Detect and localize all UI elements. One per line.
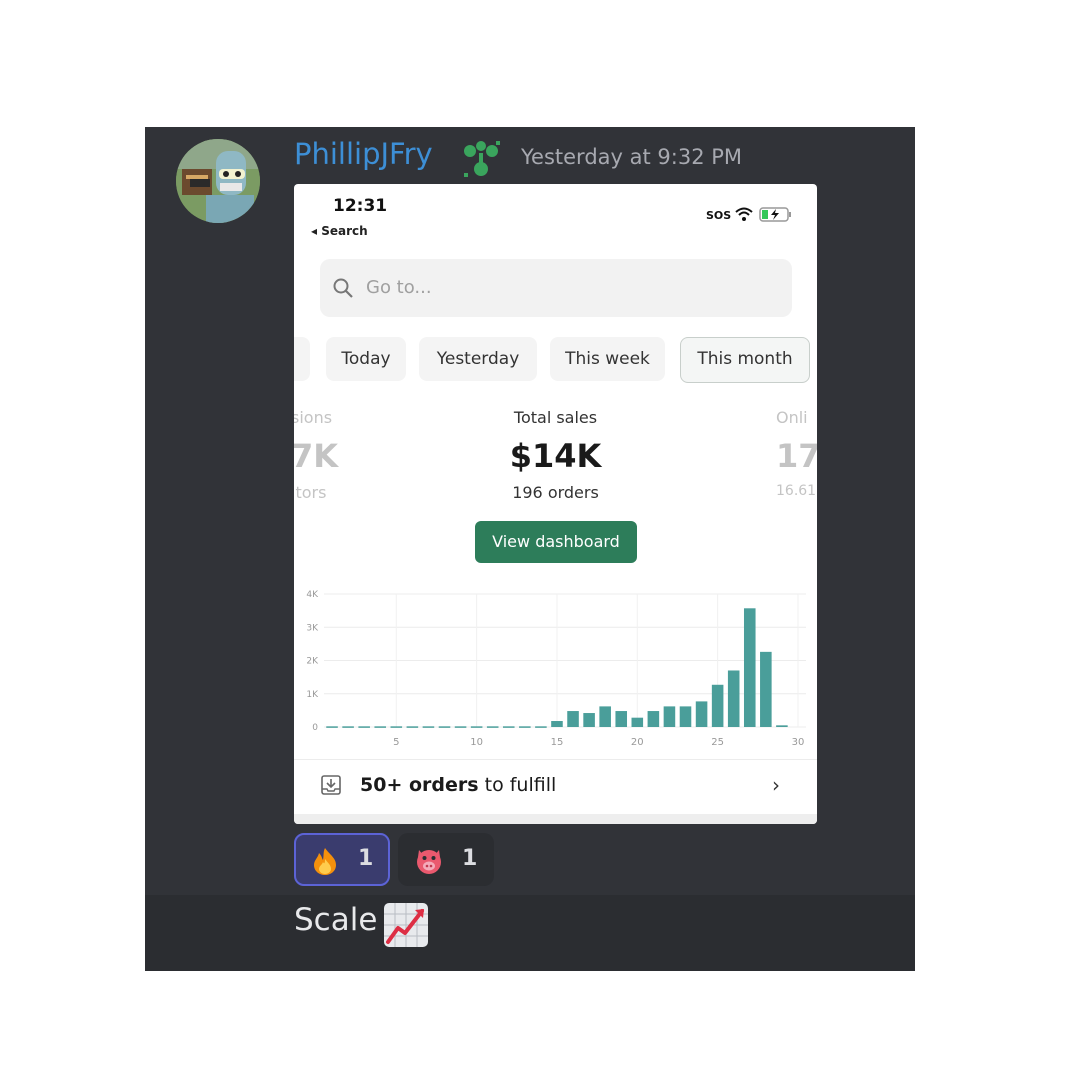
total-sales-value: $14K bbox=[509, 437, 602, 475]
chart-bar bbox=[567, 711, 579, 727]
orders-to-fulfill-link[interactable]: 50+ orders to fulfill bbox=[360, 774, 556, 796]
metric-right-label: Onli bbox=[776, 408, 808, 427]
chart-bar bbox=[406, 726, 419, 728]
username[interactable]: PhillipJFry bbox=[294, 137, 433, 171]
goto-search-input[interactable]: Go to... bbox=[320, 259, 792, 317]
chart-bar bbox=[390, 726, 403, 728]
message-row-highlight bbox=[145, 895, 915, 971]
chart-bar bbox=[743, 608, 756, 727]
chart-bar bbox=[454, 726, 467, 728]
orders-to-fulfill-suffix: to fulfill bbox=[478, 774, 557, 796]
y-tick-label: 4K bbox=[306, 590, 319, 600]
tab-partial[interactable] bbox=[294, 337, 310, 381]
battery-icon bbox=[759, 207, 791, 222]
tab-yesterday[interactable]: Yesterday bbox=[419, 337, 537, 381]
x-tick-label: 5 bbox=[393, 737, 399, 748]
avatar[interactable] bbox=[176, 139, 260, 223]
message-timestamp: Yesterday at 9:32 PM bbox=[521, 145, 743, 169]
chart-bar bbox=[679, 706, 692, 727]
chart-bar bbox=[711, 684, 724, 727]
status-icons: SOS bbox=[706, 207, 791, 222]
attached-screenshot[interactable]: 12:31 ◂ Search SOS Go to... Today Yester… bbox=[294, 184, 817, 824]
chart-bar bbox=[760, 651, 772, 727]
total-sales-label: Total sales bbox=[513, 408, 598, 427]
chart-bar bbox=[551, 721, 563, 727]
y-tick-label: 2K bbox=[306, 657, 319, 667]
search-placeholder: Go to... bbox=[366, 277, 432, 298]
reaction-fire-button[interactable]: 1 bbox=[294, 833, 390, 886]
tab-this-month[interactable]: This month bbox=[680, 337, 810, 383]
chart-bar bbox=[599, 706, 611, 727]
fire-emoji-icon bbox=[314, 848, 336, 875]
orders-count: 196 orders bbox=[512, 483, 599, 502]
chat-panel: PhillipJFry Yesterday at 9:32 PM 12:31 ◂… bbox=[145, 127, 915, 971]
x-tick-label: 20 bbox=[631, 737, 644, 748]
search-icon bbox=[333, 278, 353, 298]
chart-bar bbox=[615, 711, 628, 727]
chart-increasing-emoji-icon bbox=[384, 903, 428, 947]
chevron-right-icon[interactable]: › bbox=[772, 773, 780, 797]
chart-bar bbox=[422, 726, 435, 728]
chart-bar bbox=[470, 726, 483, 728]
metric-right-value: 17. bbox=[776, 437, 817, 475]
view-dashboard-button[interactable]: View dashboard bbox=[475, 521, 637, 563]
x-tick-label: 10 bbox=[470, 737, 483, 748]
pig-face-emoji-icon bbox=[417, 850, 441, 874]
chart-bar bbox=[776, 725, 788, 727]
download-tray-icon bbox=[321, 775, 341, 795]
reaction-pig-count: 1 bbox=[462, 846, 478, 871]
chart-bar bbox=[695, 701, 708, 727]
sales-bar-chart: 0 1K 2K 3K 4K 5 10 15 20 25 30 bbox=[306, 590, 806, 748]
carrier-label: SOS bbox=[706, 209, 731, 222]
chart-bar bbox=[342, 726, 354, 728]
chart-bar bbox=[519, 726, 531, 728]
chart-bar bbox=[727, 670, 740, 727]
date-range-tabs: Today Yesterday This week This month bbox=[294, 337, 817, 383]
chart-bar bbox=[438, 726, 451, 728]
chart-bar bbox=[583, 713, 595, 727]
screenshot-bottom-edge bbox=[294, 814, 817, 824]
divider bbox=[294, 759, 817, 760]
sprout-badge-icon bbox=[464, 141, 500, 177]
chart-bar bbox=[663, 706, 676, 727]
chart-bar bbox=[326, 726, 338, 728]
reaction-fire-count: 1 bbox=[358, 846, 374, 871]
tab-today[interactable]: Today bbox=[326, 337, 406, 381]
chart-bar bbox=[502, 726, 515, 728]
status-time: 12:31 bbox=[333, 196, 388, 216]
chart-bar bbox=[647, 711, 660, 727]
x-tick-label: 25 bbox=[711, 737, 724, 748]
robot-avatar-icon bbox=[176, 139, 260, 223]
x-tick-label: 30 bbox=[792, 737, 805, 748]
message-text: Scale bbox=[294, 902, 378, 938]
orders-to-fulfill-count: 50+ orders bbox=[360, 774, 479, 796]
chart-bar bbox=[486, 726, 499, 728]
reaction-pig-button[interactable]: 1 bbox=[398, 833, 494, 886]
chart-bar bbox=[374, 726, 387, 728]
y-tick-label: 1K bbox=[306, 690, 319, 700]
tab-this-week[interactable]: This week bbox=[550, 337, 665, 381]
wifi-icon bbox=[735, 207, 753, 221]
metric-right-sub: 16.61 bbox=[776, 483, 817, 499]
x-tick-label: 15 bbox=[551, 737, 564, 748]
chart-bar bbox=[631, 717, 644, 727]
y-tick-label: 3K bbox=[306, 623, 319, 633]
chart-bar bbox=[535, 726, 547, 728]
chart-bar bbox=[358, 726, 370, 728]
back-to-search-link[interactable]: ◂ Search bbox=[311, 224, 368, 238]
y-tick-label: 0 bbox=[312, 723, 318, 733]
